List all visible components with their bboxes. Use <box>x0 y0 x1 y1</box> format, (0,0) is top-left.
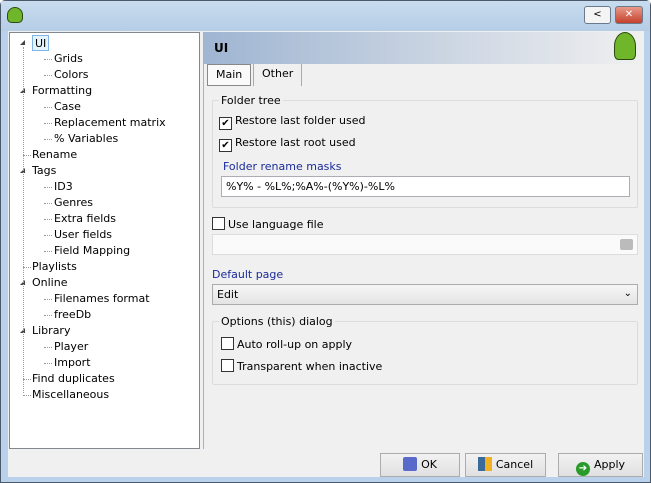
ok-button[interactable]: OK <box>380 453 460 477</box>
tree-item-colors[interactable]: Colors <box>54 67 88 83</box>
tree-connector <box>44 139 52 140</box>
exit-door-icon <box>477 457 492 471</box>
tree-item-rename[interactable]: Rename <box>32 147 77 163</box>
default-page-select[interactable]: Edit ⌄ <box>212 284 638 305</box>
tree-item-replacement-matrix[interactable]: Replacement matrix <box>54 115 166 131</box>
tree-connector <box>23 395 31 396</box>
tree-connector <box>23 379 31 380</box>
chevron-down-icon: ⌄ <box>623 288 632 299</box>
parrot-logo-icon <box>614 32 636 60</box>
masks-input[interactable]: %Y% - %L%;%A%-(%Y%)-%L% <box>221 176 630 197</box>
tree-connector <box>44 251 52 252</box>
tree-item-field-mapping[interactable]: Field Mapping <box>54 243 130 259</box>
tree-item-id3[interactable]: ID3 <box>54 179 73 195</box>
restore-root-label: Restore last root used <box>235 136 356 149</box>
masks-label: Folder rename masks <box>223 160 342 173</box>
tree-item-tags[interactable]: Tags <box>32 163 56 179</box>
tree-item-library[interactable]: Library <box>32 323 70 339</box>
tree-expander-icon[interactable] <box>20 40 25 45</box>
tree-connector <box>44 315 52 316</box>
tree-item-freedb[interactable]: freeDb <box>54 307 91 323</box>
tab-other[interactable]: Other <box>253 64 303 86</box>
tree-connector <box>44 299 52 300</box>
tree-root-line <box>23 47 24 393</box>
cancel-label: Cancel <box>495 458 534 471</box>
tree-connector <box>44 235 52 236</box>
arrow-right-icon: ➔ <box>575 462 590 476</box>
app-parrot-icon <box>7 7 23 23</box>
panel-title: UI <box>214 41 229 55</box>
tree-connector <box>44 59 52 60</box>
save-disk-icon <box>403 457 418 471</box>
tree-item-player[interactable]: Player <box>54 339 88 355</box>
options-dialog-group: Options (this) dialog Auto roll-up on ap… <box>212 315 638 385</box>
cancel-button[interactable]: Cancel <box>465 453 546 477</box>
tree-item-playlists[interactable]: Playlists <box>32 259 77 275</box>
title-bar: < ✕ <box>1 1 650 31</box>
use-language-checkbox[interactable]: Use language file <box>212 217 324 231</box>
transparent-label: Transparent when inactive <box>237 360 383 373</box>
default-page-value: Edit <box>217 288 239 301</box>
auto-rollup-checkbox[interactable]: Auto roll-up on apply <box>221 337 352 351</box>
tab-main[interactable]: Main <box>207 64 252 86</box>
tree-item-genres[interactable]: Genres <box>54 195 93 211</box>
ok-label: OK <box>421 458 437 471</box>
tree-item-formatting[interactable]: Formatting <box>32 83 92 99</box>
tree-connector <box>44 75 52 76</box>
auto-rollup-label: Auto roll-up on apply <box>237 338 353 351</box>
tree-connector <box>44 123 52 124</box>
tree-connector <box>23 267 31 268</box>
tree-item-find-duplicates[interactable]: Find duplicates <box>32 371 115 387</box>
restore-folder-checkbox[interactable]: ✔ Restore last folder used <box>219 114 365 130</box>
tree-connector <box>23 155 31 156</box>
transparent-checkbox[interactable]: Transparent when inactive <box>221 359 382 373</box>
default-page-label: Default page <box>212 268 284 281</box>
panel-header: UI <box>204 32 644 64</box>
tree-connector <box>44 203 52 204</box>
apply-button[interactable]: ➔ Apply <box>558 453 643 477</box>
tree-item-ui[interactable]: UI <box>32 35 50 51</box>
tree-connector <box>44 219 52 220</box>
use-language-label: Use language file <box>228 218 324 231</box>
back-button[interactable]: < <box>584 6 611 24</box>
tree-connector <box>44 347 52 348</box>
apply-label: Apply <box>593 458 626 471</box>
tree-connector <box>44 107 52 108</box>
settings-panel: UI Main Other Folder tree ✔ Restore last … <box>203 32 644 449</box>
folder-tree-group: Folder tree ✔ Restore last folder used ✔ R… <box>212 94 638 208</box>
tree-item-variables[interactable]: % Variables <box>54 131 118 147</box>
tree-connector <box>44 363 52 364</box>
restore-folder-label: Restore last folder used <box>235 114 366 127</box>
tree-item-miscellaneous[interactable]: Miscellaneous <box>32 387 109 403</box>
tree-item-import[interactable]: Import <box>54 355 91 371</box>
folder-browse-icon[interactable] <box>620 239 633 250</box>
language-file-input[interactable] <box>212 234 638 255</box>
restore-root-checkbox[interactable]: ✔ Restore last root used <box>219 136 356 152</box>
tree-item-extra-fields[interactable]: Extra fields <box>54 211 116 227</box>
settings-tree[interactable]: UI Grids Colors Formatting Case Replacement m… <box>9 32 200 449</box>
tree-connector <box>44 187 52 188</box>
tree-item-filenames-format[interactable]: Filenames format <box>54 291 150 307</box>
tree-item-grids[interactable]: Grids <box>54 51 83 67</box>
tree-item-online[interactable]: Online <box>32 275 67 291</box>
folder-tree-label: Folder tree <box>219 94 283 107</box>
tree-item-user-fields[interactable]: User fields <box>54 227 112 243</box>
dialog-body: UI Grids Colors Formatting Case Replacement m… <box>8 31 644 477</box>
tree-item-case[interactable]: Case <box>54 99 81 115</box>
options-window: < ✕ UI Grids Colors Formatting Case Replaceme… <box>0 0 651 483</box>
close-button[interactable]: ✕ <box>615 6 643 24</box>
options-dialog-label: Options (this) dialog <box>219 315 335 328</box>
